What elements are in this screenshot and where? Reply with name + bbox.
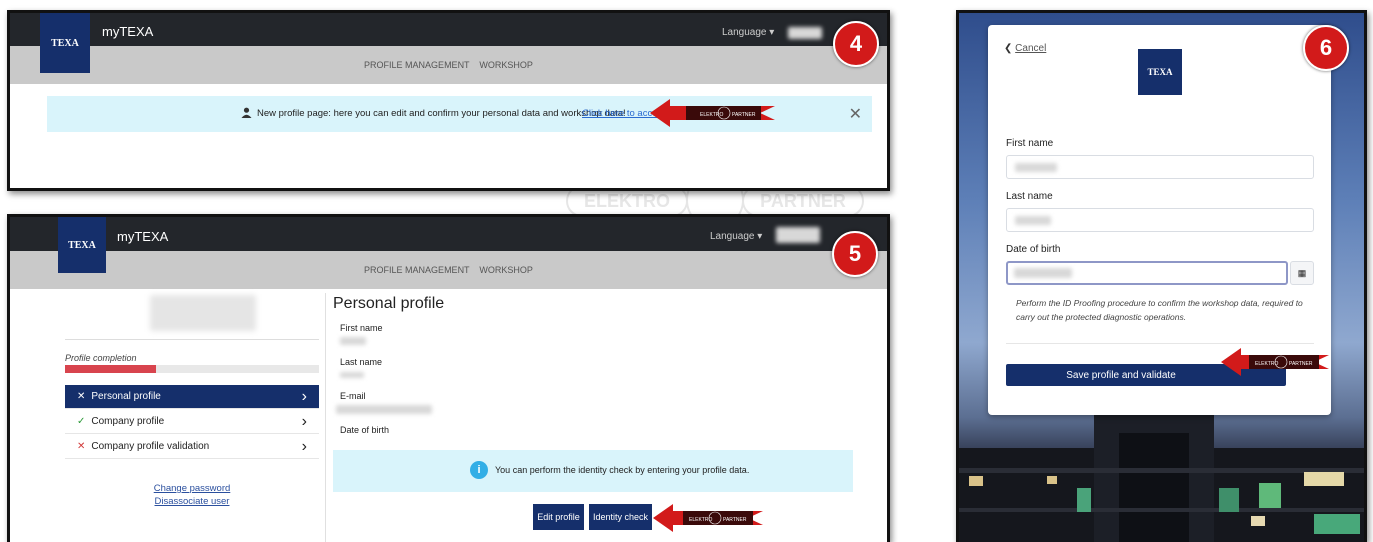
watermark-right-text: PARTNER bbox=[760, 191, 846, 211]
first-name-value bbox=[340, 337, 366, 345]
arrow-right-text: PARTNER bbox=[732, 112, 756, 118]
cancel-label: Cancel bbox=[1015, 43, 1047, 54]
email-label: E-mail bbox=[340, 391, 366, 401]
red-pointer-arrow: ELEKTRO PARTNER bbox=[653, 504, 763, 532]
last-name-label: Last name bbox=[340, 357, 383, 367]
last-name-field[interactable] bbox=[1006, 208, 1314, 232]
profile-completion-fill bbox=[65, 365, 157, 373]
column-divider bbox=[325, 293, 326, 542]
screenshot-panel-4: PROFILE MANAGEMENT WORKSHOP TEXA myTEXA … bbox=[7, 10, 890, 191]
info-text: You can perform the identity check by en… bbox=[495, 465, 750, 475]
dob-label: Date of birth bbox=[1006, 244, 1061, 255]
logo-text: TEXA bbox=[1147, 67, 1173, 77]
profile-completion-bar bbox=[65, 365, 319, 373]
sidebar-item[interactable]: ✕ Company profile validation › bbox=[65, 435, 319, 459]
dob-field[interactable] bbox=[1006, 261, 1288, 285]
sub-navbar: PROFILE MANAGEMENT WORKSHOP bbox=[10, 251, 887, 289]
watermark-left-text: ELEKTRO bbox=[584, 191, 670, 211]
chevron-right-icon: › bbox=[301, 387, 307, 405]
change-password-link[interactable]: Change password bbox=[65, 483, 319, 494]
avatar bbox=[150, 295, 256, 331]
step-badge: 6 bbox=[1303, 25, 1349, 71]
calendar-button[interactable]: ▦ bbox=[1290, 261, 1314, 285]
red-pointer-arrow: ELEKTRO PARTNER bbox=[650, 99, 775, 127]
user-name-redacted bbox=[776, 227, 820, 243]
email-value bbox=[336, 405, 432, 414]
calendar-icon: ▦ bbox=[1297, 268, 1307, 278]
nav-workshop[interactable]: WORKSHOP bbox=[479, 60, 533, 70]
red-pointer-arrow: ELEKTRO PARTNER bbox=[1221, 348, 1329, 376]
sidebar: Profile completion ✕ Personal profile › ✓ Co… bbox=[65, 289, 321, 542]
arrow-right-text: PARTNER bbox=[1289, 361, 1313, 367]
texa-logo[interactable]: TEXA bbox=[40, 13, 90, 73]
step-badge: 5 bbox=[832, 231, 878, 277]
identity-info-box: i You can perform the identity check by … bbox=[333, 450, 853, 492]
first-name-label: First name bbox=[340, 323, 383, 333]
id-proofing-note: Perform the ID Proofing procedure to con… bbox=[1016, 298, 1303, 322]
sidebar-item-label: Personal profile bbox=[91, 391, 161, 402]
last-name-value bbox=[340, 372, 364, 378]
cancel-link[interactable]: ❮ Cancel bbox=[1004, 43, 1046, 54]
user-icon bbox=[241, 107, 252, 121]
language-label: Language bbox=[722, 27, 767, 38]
user-name-redacted bbox=[788, 27, 822, 39]
last-name-value bbox=[1015, 216, 1051, 225]
edit-profile-button[interactable]: Edit profile bbox=[533, 504, 584, 530]
app-title: myTEXA bbox=[117, 229, 169, 244]
nav-profile-management[interactable]: PROFILE MANAGEMENT bbox=[364, 265, 469, 275]
logo-text: TEXA bbox=[51, 37, 79, 49]
language-menu[interactable]: Language ▾ bbox=[710, 231, 762, 242]
nav-profile-management[interactable]: PROFILE MANAGEMENT bbox=[364, 60, 469, 70]
texa-logo: TEXA bbox=[1138, 49, 1182, 95]
sidebar-item-label: Company profile validation bbox=[91, 441, 210, 452]
arrow-right-text: PARTNER bbox=[723, 517, 747, 523]
cross-icon: ✕ bbox=[77, 391, 86, 402]
check-icon: ✓ bbox=[77, 416, 86, 427]
first-name-value bbox=[1015, 163, 1057, 172]
sidebar-menu: ✕ Personal profile › ✓ Company profile › ✕ Comp… bbox=[65, 385, 319, 461]
chevron-right-icon: › bbox=[301, 412, 307, 430]
chevron-right-icon: › bbox=[301, 437, 307, 455]
dob-label: Date of birth bbox=[340, 425, 390, 435]
first-name-field[interactable] bbox=[1006, 155, 1314, 179]
step-badge: 4 bbox=[833, 21, 879, 67]
app-title: myTEXA bbox=[102, 24, 154, 39]
disassociate-user-link[interactable]: Disassociate user bbox=[65, 496, 319, 507]
note-divider bbox=[1006, 343, 1314, 344]
identity-check-button[interactable]: Identity check bbox=[589, 504, 652, 530]
chevron-left-icon: ❮ bbox=[1004, 43, 1013, 54]
cross-icon: ✕ bbox=[77, 441, 86, 452]
sub-navbar: PROFILE MANAGEMENT WORKSHOP bbox=[10, 46, 887, 84]
close-icon[interactable]: ✕ bbox=[849, 104, 862, 124]
first-name-label: First name bbox=[1006, 138, 1054, 149]
banner-text: New profile page: here you can edit and … bbox=[257, 108, 626, 119]
logo-text: TEXA bbox=[68, 239, 96, 251]
texa-logo[interactable]: TEXA bbox=[58, 217, 106, 273]
last-name-label: Last name bbox=[1006, 191, 1053, 202]
screenshot-panel-5: PROFILE MANAGEMENT WORKSHOP TEXA myTEXA … bbox=[7, 214, 890, 542]
language-menu[interactable]: Language ▾ bbox=[722, 27, 774, 38]
screenshot-panel-6: ❮ Cancel TEXA First name Last name Date … bbox=[956, 10, 1367, 542]
sidebar-item[interactable]: ✓ Company profile › bbox=[65, 410, 319, 434]
dob-value bbox=[1014, 268, 1072, 278]
nav-workshop[interactable]: WORKSHOP bbox=[479, 265, 533, 275]
sidebar-divider bbox=[65, 339, 319, 340]
language-label: Language bbox=[710, 231, 755, 242]
sidebar-item[interactable]: ✕ Personal profile › bbox=[65, 385, 319, 409]
profile-completion-label: Profile completion bbox=[65, 353, 137, 363]
page-title: Personal profile bbox=[333, 295, 445, 312]
info-icon: i bbox=[470, 461, 488, 479]
building-illustration bbox=[959, 408, 1364, 542]
sidebar-item-label: Company profile bbox=[91, 416, 165, 427]
